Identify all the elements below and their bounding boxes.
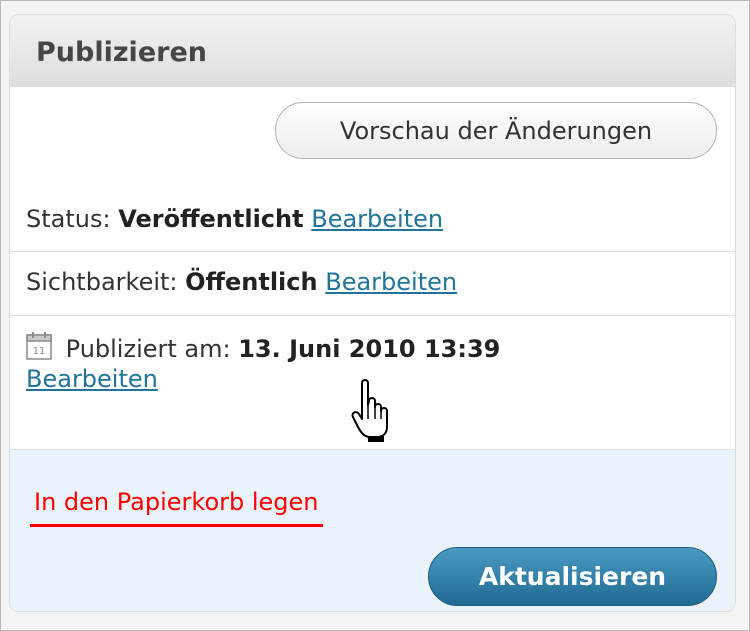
- visibility-label: Sichtbarkeit:: [26, 268, 178, 296]
- hand-pointer-cursor-icon: [348, 375, 398, 445]
- publish-box-footer: In den Papierkorb legen Aktualisieren: [10, 449, 735, 611]
- status-row: Status: Veröffentlicht Bearbeiten: [26, 205, 443, 233]
- calendar-day: 11: [33, 346, 46, 357]
- published-value: 13. Juni 2010 13:39: [238, 335, 501, 363]
- divider: [10, 315, 735, 316]
- visibility-row: Sichtbarkeit: Öffentlich Bearbeiten: [26, 268, 457, 296]
- divider: [10, 251, 735, 252]
- published-edit-link[interactable]: Bearbeiten: [26, 365, 158, 393]
- publish-box-title: Publizieren: [36, 37, 207, 68]
- status-value: Veröffentlicht: [118, 205, 304, 233]
- status-edit-link[interactable]: Bearbeiten: [311, 205, 443, 233]
- calendar-icon: 11: [26, 332, 52, 360]
- visibility-value: Öffentlich: [185, 268, 318, 296]
- move-to-trash-link[interactable]: In den Papierkorb legen: [30, 488, 323, 527]
- preview-changes-button[interactable]: Vorschau der Änderungen: [275, 102, 717, 159]
- published-label: Publiziert am:: [65, 335, 231, 363]
- publish-box: Publizieren Vorschau der Änderungen Stat…: [9, 14, 736, 612]
- status-label: Status:: [26, 205, 111, 233]
- publish-box-header[interactable]: Publizieren: [10, 15, 735, 87]
- visibility-edit-link[interactable]: Bearbeiten: [325, 268, 457, 296]
- update-button[interactable]: Aktualisieren: [428, 547, 717, 606]
- published-date-row: 11 Publiziert am: 13. Juni 2010 13:39 Be…: [26, 332, 500, 394]
